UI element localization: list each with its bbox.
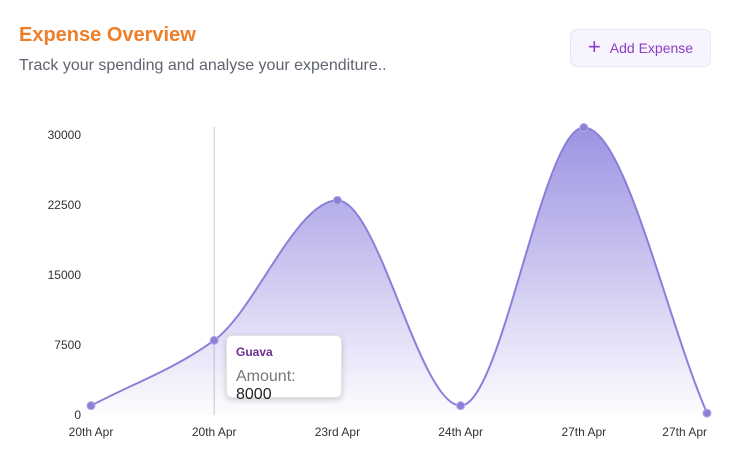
- tooltip-label: Amount:: [236, 368, 296, 385]
- data-point[interactable]: [86, 401, 96, 411]
- y-axis: 0 7500 15000 22500 30000: [48, 128, 82, 422]
- y-tick-label: 30000: [48, 128, 82, 142]
- y-tick-label: 0: [74, 408, 81, 422]
- y-tick-label: 22500: [48, 198, 82, 212]
- series-area: [91, 127, 707, 416]
- x-tick-label: 20th Apr: [192, 425, 237, 439]
- tooltip-title: Guava: [236, 345, 273, 359]
- data-point[interactable]: [579, 123, 589, 133]
- x-tick-label: 27th Apr: [662, 425, 707, 439]
- x-tick-label: 27th Apr: [561, 425, 606, 439]
- tooltip-row: Amount: 8000: [236, 368, 332, 404]
- expense-chart: 0 7500 15000 22500 30000 20th Apr 20th Apr 23r…: [48, 123, 712, 439]
- y-tick-label: 15000: [48, 268, 82, 282]
- x-tick-label: 24th Apr: [438, 425, 483, 439]
- x-tick-label: 20th Apr: [69, 425, 114, 439]
- data-point[interactable]: [702, 408, 712, 418]
- tooltip-value: 8000: [236, 386, 272, 403]
- x-axis: 20th Apr 20th Apr 23rd Apr 24th Apr 27th Apr…: [69, 425, 707, 439]
- chart-tooltip: Guava Amount: 8000: [226, 335, 342, 403]
- data-point[interactable]: [456, 401, 466, 411]
- x-tick-label: 23rd Apr: [315, 425, 360, 439]
- y-tick-label: 7500: [54, 338, 81, 352]
- data-point[interactable]: [332, 195, 342, 205]
- data-point[interactable]: [209, 335, 219, 345]
